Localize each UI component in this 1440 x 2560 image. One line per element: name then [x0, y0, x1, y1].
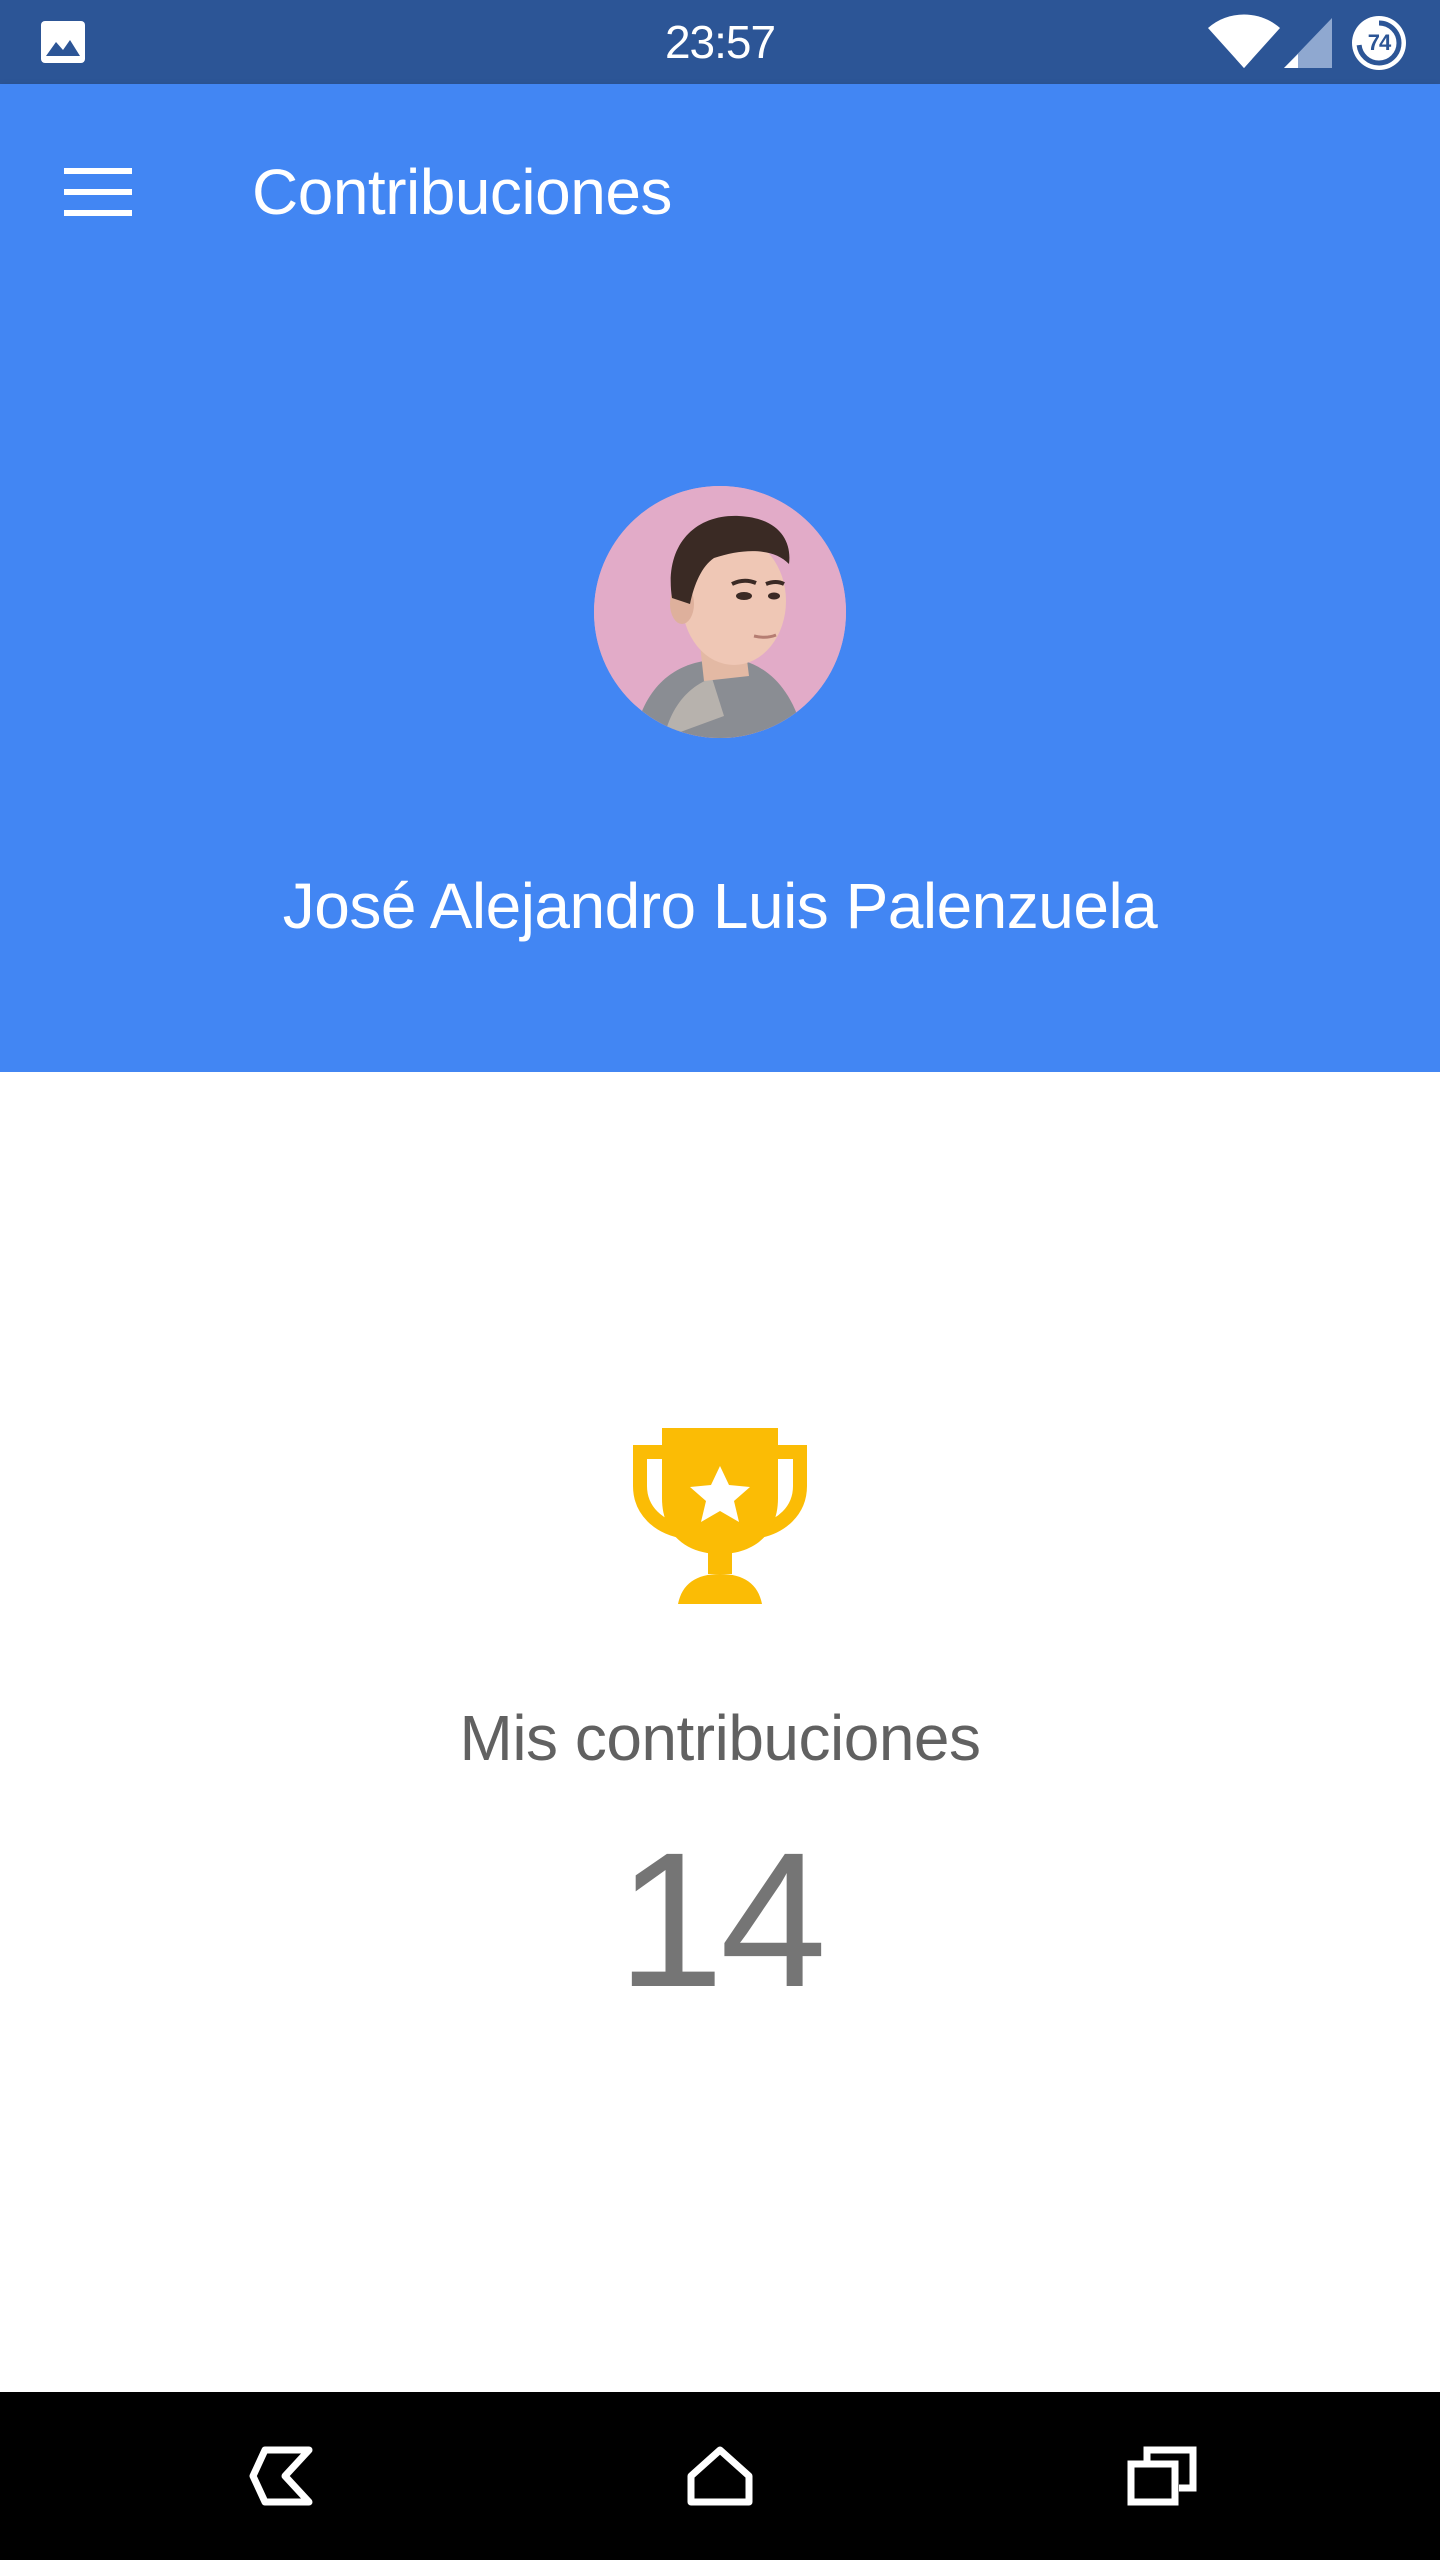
battery-level: 74: [1367, 30, 1391, 55]
home-icon: [687, 2446, 753, 2506]
battery-icon: 74: [1350, 14, 1408, 72]
recents-icon: [1127, 2446, 1197, 2506]
recents-button[interactable]: [1092, 2422, 1232, 2530]
menu-button[interactable]: [44, 144, 152, 240]
page-title: Contribuciones: [252, 156, 672, 228]
navigation-bar: [0, 2392, 1440, 2560]
back-button[interactable]: [212, 2422, 352, 2530]
wifi-icon: [1208, 14, 1280, 68]
contributions-screen: 23:57 74 Contribuciones José Alejandro L…: [0, 0, 1440, 2560]
back-icon: [249, 2446, 313, 2506]
trophy-icon: [633, 1428, 807, 1604]
profile-header: Contribuciones José Alejandro Luis Palen…: [0, 84, 1440, 1072]
user-name: José Alejandro Luis Palenzuela: [282, 870, 1158, 942]
contributions-panel: Mis contribuciones 14: [0, 1072, 1440, 2392]
home-button[interactable]: [650, 2422, 790, 2530]
cell-signal-icon: [1284, 18, 1332, 68]
contributions-label: Mis contribuciones: [459, 1702, 982, 1774]
avatar[interactable]: [594, 486, 846, 738]
profile-photo: [594, 486, 846, 738]
status-bar: 23:57 74: [0, 0, 1440, 84]
contributions-count: 14: [617, 1812, 827, 2027]
hamburger-menu-icon: [64, 168, 132, 216]
